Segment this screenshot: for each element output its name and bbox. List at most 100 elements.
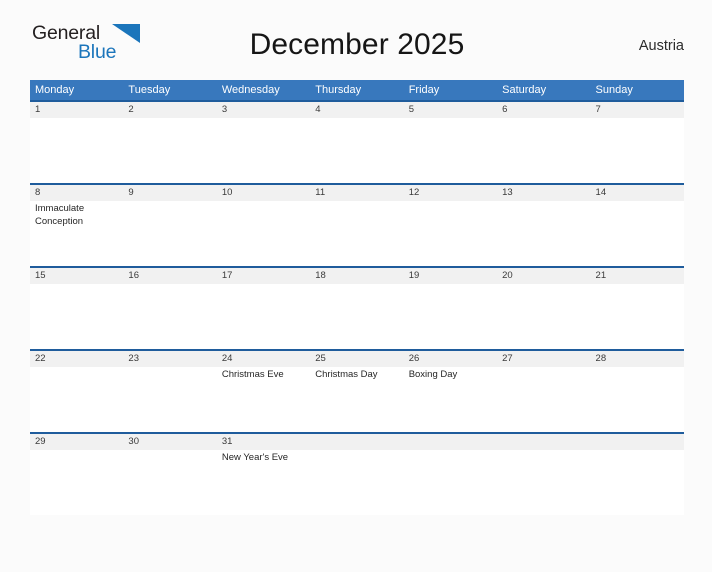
page-title: December 2025 <box>249 28 465 61</box>
weekday-header-wednesday: Wednesday <box>221 84 280 96</box>
day-number[interactable]: 9 <box>123 185 216 201</box>
day-cell[interactable] <box>497 284 590 349</box>
day-number[interactable]: 12 <box>404 185 497 201</box>
day-cell[interactable]: Immaculate Conception <box>30 201 123 266</box>
week-row: 15 16 17 18 19 20 21 <box>30 266 684 349</box>
day-number[interactable]: 19 <box>404 268 497 284</box>
day-cell[interactable] <box>30 367 123 432</box>
day-number[interactable]: 30 <box>123 434 216 450</box>
day-number[interactable]: 27 <box>497 351 590 367</box>
day-number[interactable]: 11 <box>310 185 403 201</box>
day-cell[interactable]: New Year's Eve <box>217 450 310 515</box>
weekday-header-saturday: Saturday <box>502 84 547 96</box>
day-cell[interactable] <box>497 118 590 183</box>
day-number[interactable]: 25 <box>310 351 403 367</box>
day-number[interactable]: 15 <box>30 268 123 284</box>
day-number[interactable]: 23 <box>123 351 216 367</box>
day-number[interactable]: 2 <box>123 102 216 118</box>
day-event-text: Boxing Day <box>408 369 458 380</box>
day-number[interactable]: 24 <box>217 351 310 367</box>
day-number-empty <box>497 434 590 450</box>
week-row: 22 23 24 25 26 27 28 Christmas Eve Chris… <box>30 349 684 432</box>
day-number[interactable]: 4 <box>310 102 403 118</box>
day-event-text: Christmas Day <box>315 369 378 380</box>
day-number[interactable]: 21 <box>591 268 684 284</box>
weekday-header-sunday: Sunday <box>595 84 633 96</box>
weekday-header-tuesday: Tuesday <box>128 84 171 96</box>
day-event-band: Immaculate Conception <box>30 201 684 266</box>
weekday-header-row: Monday Tuesday Wednesday Thursday Friday… <box>30 80 684 100</box>
day-cell[interactable] <box>123 367 216 432</box>
calendar-grid: Monday Tuesday Wednesday Thursday Friday… <box>30 80 684 515</box>
day-number[interactable]: 17 <box>217 268 310 284</box>
day-number-empty <box>591 434 684 450</box>
day-cell[interactable] <box>123 201 216 266</box>
day-event-text: Immaculate Conception <box>35 203 85 227</box>
day-cell[interactable] <box>30 284 123 349</box>
day-number[interactable]: 22 <box>30 351 123 367</box>
day-cell[interactable] <box>591 201 684 266</box>
day-number[interactable]: 3 <box>217 102 310 118</box>
country-label: Austria <box>638 38 684 54</box>
weekday-header-friday: Friday <box>408 84 440 96</box>
day-cell[interactable] <box>123 118 216 183</box>
day-cell-empty <box>404 450 497 515</box>
day-cell[interactable] <box>217 284 310 349</box>
day-number[interactable]: 1 <box>30 102 123 118</box>
day-cell[interactable]: Christmas Eve <box>217 367 310 432</box>
day-number-band: 15 16 17 18 19 20 21 <box>30 268 684 284</box>
day-number[interactable]: 5 <box>404 102 497 118</box>
calendar-page: General Blue December 2025 Austria Monda… <box>0 22 712 572</box>
day-cell[interactable] <box>404 284 497 349</box>
day-number[interactable]: 31 <box>217 434 310 450</box>
day-cell[interactable] <box>310 284 403 349</box>
weekday-header-thursday: Thursday <box>315 84 362 96</box>
day-number-band: 8 9 10 11 12 13 14 <box>30 185 684 201</box>
day-number-band: 1 2 3 4 5 6 7 <box>30 102 684 118</box>
day-cell[interactable] <box>591 284 684 349</box>
week-row: 8 9 10 11 12 13 14 Immaculate Conception <box>30 183 684 266</box>
day-cell[interactable]: Christmas Day <box>310 367 403 432</box>
day-number[interactable]: 7 <box>591 102 684 118</box>
day-cell[interactable] <box>123 450 216 515</box>
day-number[interactable]: 16 <box>123 268 216 284</box>
day-number[interactable]: 10 <box>217 185 310 201</box>
day-number[interactable]: 13 <box>497 185 590 201</box>
weekday-header-monday: Monday <box>35 84 75 96</box>
day-cell[interactable] <box>217 201 310 266</box>
day-number[interactable]: 6 <box>497 102 590 118</box>
week-row: 29 30 31 New Year's Eve <box>30 432 684 515</box>
day-cell-empty <box>310 450 403 515</box>
day-cell[interactable] <box>497 201 590 266</box>
day-number[interactable]: 14 <box>591 185 684 201</box>
day-cell[interactable] <box>404 118 497 183</box>
day-cell[interactable] <box>310 118 403 183</box>
day-cell[interactable]: Boxing Day <box>404 367 497 432</box>
day-event-text: Christmas Eve <box>221 369 284 380</box>
week-row: 1 2 3 4 5 6 7 <box>30 100 684 183</box>
day-cell-empty <box>497 450 590 515</box>
day-number[interactable]: 28 <box>591 351 684 367</box>
day-number-empty <box>310 434 403 450</box>
day-cell[interactable] <box>591 118 684 183</box>
day-cell[interactable] <box>123 284 216 349</box>
day-cell[interactable] <box>30 118 123 183</box>
day-cell[interactable] <box>217 118 310 183</box>
page-header: General Blue December 2025 Austria <box>30 22 684 74</box>
day-number[interactable]: 18 <box>310 268 403 284</box>
day-number[interactable]: 29 <box>30 434 123 450</box>
day-event-text: New Year's Eve <box>221 452 289 463</box>
day-number-band: 29 30 31 <box>30 434 684 450</box>
day-cell[interactable] <box>591 367 684 432</box>
day-number-empty <box>404 434 497 450</box>
day-cell[interactable] <box>310 201 403 266</box>
day-event-band: Christmas Eve Christmas Day Boxing Day <box>30 367 684 432</box>
day-number[interactable]: 20 <box>497 268 590 284</box>
day-number[interactable]: 26 <box>404 351 497 367</box>
day-cell[interactable] <box>404 201 497 266</box>
day-cell-empty <box>591 450 684 515</box>
day-number-band: 22 23 24 25 26 27 28 <box>30 351 684 367</box>
day-cell[interactable] <box>30 450 123 515</box>
day-cell[interactable] <box>497 367 590 432</box>
day-number[interactable]: 8 <box>30 185 123 201</box>
